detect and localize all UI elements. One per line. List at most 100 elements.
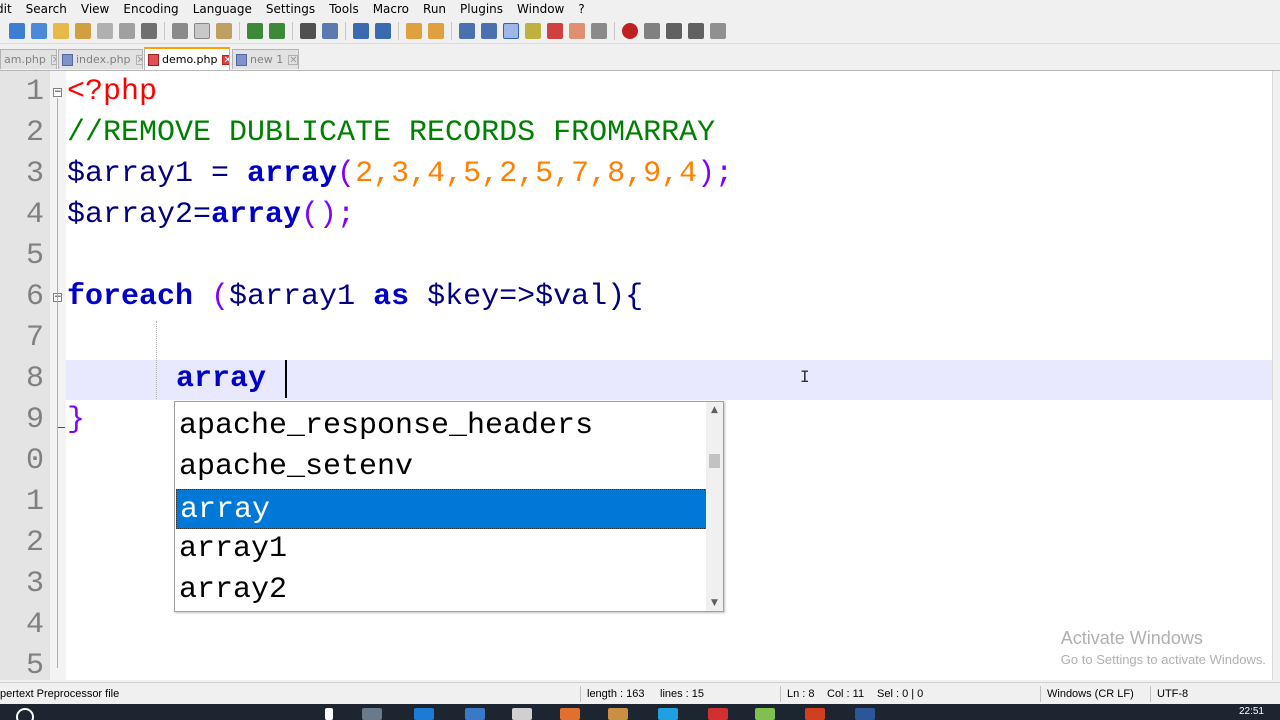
menu-encoding[interactable]: Encoding (116, 0, 185, 18)
menu-edit[interactable]: dit (0, 0, 19, 18)
close-icon[interactable]: ✕ (222, 54, 229, 65)
menu-view[interactable]: View (74, 0, 116, 18)
app-icon[interactable] (560, 708, 580, 720)
fold-line (57, 98, 58, 668)
run-macro-multiple-icon[interactable] (688, 22, 704, 39)
folder-workspace-icon[interactable] (569, 22, 585, 39)
close-icon[interactable]: ✕ (288, 54, 298, 65)
task-view-icon[interactable] (362, 708, 382, 720)
open-file-icon[interactable] (31, 22, 47, 39)
tab-new-1[interactable]: new 1 ✕ (232, 49, 299, 69)
fold-line (57, 427, 65, 428)
search-icon[interactable] (16, 708, 34, 720)
status-sel: Sel : 0 | 0 (877, 688, 924, 700)
close-all-icon[interactable] (119, 22, 135, 39)
scroll-thumb[interactable] (709, 454, 720, 468)
menu-help[interactable]: ? (571, 0, 591, 18)
skype-icon[interactable] (658, 708, 678, 720)
indent-guide-icon[interactable] (503, 22, 519, 39)
autocomplete-item[interactable]: apache_setenv (176, 447, 707, 487)
line-number: 6 (25, 280, 44, 314)
tab-am-php[interactable]: am.php ✕ (0, 49, 57, 69)
autocomplete-item[interactable]: array2 (176, 570, 707, 610)
menu-plugins[interactable]: Plugins (453, 0, 510, 18)
redo-icon[interactable] (269, 22, 285, 39)
notepad-plus-plus-icon[interactable] (755, 708, 775, 720)
menu-window[interactable]: Window (510, 0, 571, 18)
activate-windows-watermark: Activate Windows Go to Settings to activ… (1061, 628, 1266, 667)
zoom-in-icon[interactable] (353, 22, 369, 39)
scroll-down-icon[interactable]: ▼ (706, 595, 723, 611)
indent-guide (156, 321, 157, 399)
close-icon[interactable]: ✕ (50, 54, 56, 65)
sync-horizontal-icon[interactable] (428, 22, 444, 39)
replace-icon[interactable] (322, 22, 338, 39)
store-icon[interactable] (512, 708, 532, 720)
autocomplete-list[interactable]: apache_response_headers apache_setenv ar… (174, 401, 724, 612)
clock[interactable]: 22:51 (1239, 706, 1264, 717)
save-all-icon[interactable] (75, 22, 91, 39)
sync-vertical-icon[interactable] (406, 22, 422, 39)
record-macro-icon[interactable] (622, 22, 638, 39)
undo-icon[interactable] (247, 22, 263, 39)
save-macro-icon[interactable] (710, 22, 726, 39)
find-icon[interactable] (300, 22, 316, 39)
menu-run[interactable]: Run (416, 0, 453, 18)
play-macro-icon[interactable] (666, 22, 682, 39)
function-list-icon[interactable] (547, 22, 563, 39)
tab-label: index.php (76, 53, 131, 66)
edge-icon[interactable] (414, 708, 434, 720)
paste-icon[interactable] (216, 22, 232, 39)
microphone-icon[interactable] (325, 708, 333, 720)
tab-demo-php[interactable]: demo.php ✕ (144, 47, 230, 70)
chrome-icon[interactable] (708, 708, 728, 720)
menu-settings[interactable]: Settings (259, 0, 322, 18)
tab-label: demo.php (162, 53, 218, 66)
code-line-4: $array2=array(); (67, 195, 355, 236)
autocomplete-item[interactable]: apache_response_headers (176, 406, 707, 446)
line-number: 5 (25, 239, 44, 273)
keyword: as (373, 280, 410, 314)
code-line-1: <?php (67, 72, 157, 113)
scroll-up-icon[interactable]: ▲ (706, 402, 723, 418)
explorer-icon[interactable] (465, 708, 485, 720)
close-icon[interactable]: ✕ (135, 54, 142, 65)
keyword: array (176, 362, 267, 396)
variable: $array1 (229, 280, 374, 314)
menu-language[interactable]: Language (186, 0, 259, 18)
menu-macro[interactable]: Macro (366, 0, 416, 18)
status-separator (1040, 686, 1041, 702)
word-wrap-icon[interactable] (459, 22, 475, 39)
tab-label: am.php (4, 53, 46, 66)
status-separator (580, 686, 581, 702)
php-open-tag: <?php (67, 75, 158, 109)
autocomplete-item[interactable]: array1 (176, 529, 707, 569)
powerpoint-icon[interactable] (805, 708, 825, 720)
save-icon[interactable] (53, 22, 69, 39)
stop-macro-icon[interactable] (644, 22, 660, 39)
menu-tools[interactable]: Tools (322, 0, 366, 18)
autocomplete-scrollbar[interactable]: ▲ ▼ (706, 402, 723, 611)
status-col: Col : 11 (827, 688, 865, 700)
code-editor[interactable]: 1 2 3 4 5 6 7 8 9 0 1 2 3 4 5 − − <?php … (0, 71, 1280, 680)
zoom-out-icon[interactable] (375, 22, 391, 39)
keyword: foreach (67, 280, 194, 314)
cut-icon[interactable] (172, 22, 188, 39)
tab-index-php[interactable]: index.php ✕ (58, 49, 143, 69)
code-line-9: } (67, 400, 85, 441)
fold-marker[interactable]: − (53, 88, 62, 97)
doc-map-icon[interactable] (525, 22, 541, 39)
editor-scrollbar[interactable] (1272, 71, 1280, 680)
show-all-chars-icon[interactable] (481, 22, 497, 39)
new-file-icon[interactable] (9, 22, 25, 39)
app-icon[interactable] (608, 708, 628, 720)
status-separator (1150, 686, 1151, 702)
autocomplete-item-selected[interactable]: array (176, 489, 707, 529)
status-ln: Ln : 8 (787, 688, 815, 700)
copy-icon[interactable] (194, 22, 210, 39)
monitoring-icon[interactable] (591, 22, 607, 39)
close-icon[interactable] (97, 22, 113, 39)
word-icon[interactable] (855, 708, 875, 720)
menu-search[interactable]: Search (19, 0, 74, 18)
print-icon[interactable] (141, 22, 157, 39)
